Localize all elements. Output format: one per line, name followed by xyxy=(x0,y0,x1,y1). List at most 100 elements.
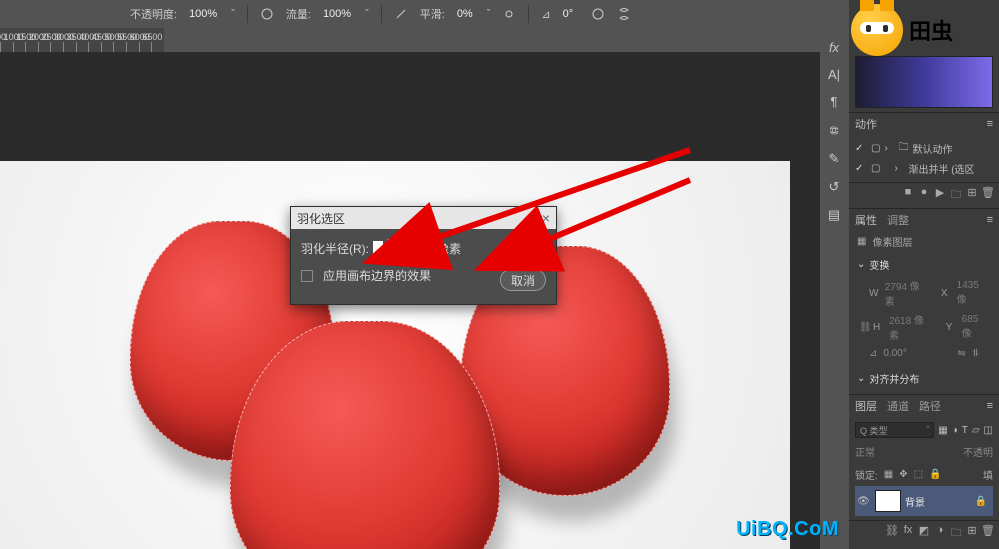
chevron-down-icon[interactable]: ⌄ xyxy=(857,373,865,384)
y-value[interactable]: 685 像 xyxy=(962,314,991,340)
brushes-icon[interactable]: 𖠂 xyxy=(829,121,839,139)
play-icon[interactable]: ▶ xyxy=(933,186,947,205)
panel-menu-icon[interactable]: ≡ xyxy=(987,400,993,412)
h-value[interactable]: 2618 像素 xyxy=(889,312,934,342)
flow-value[interactable]: 100% xyxy=(323,8,351,20)
tab-layers[interactable]: 图层 xyxy=(855,398,877,414)
gear-icon[interactable] xyxy=(502,7,516,21)
radius-input[interactable] xyxy=(387,239,427,257)
new-layer-icon[interactable]: ⊞ xyxy=(965,524,979,543)
action-set-row[interactable]: ✓ ▢ › 🗀 默认动作 xyxy=(855,138,993,159)
dialog-toggle-icon[interactable]: ▢ xyxy=(871,143,880,154)
lock-position-icon[interactable]: ✥ xyxy=(899,469,907,480)
tab-channels[interactable]: 通道 xyxy=(887,398,909,414)
lock-artboard-icon[interactable]: ⬚ xyxy=(914,469,923,480)
layer-row-background[interactable]: 👁 背景 🔒 xyxy=(855,486,993,516)
ruler-tick: 3000 xyxy=(63,42,76,52)
flow-label: 流量: xyxy=(286,6,311,22)
history-icon[interactable]: ↺ xyxy=(829,179,840,195)
trash-icon[interactable]: 🗑 xyxy=(981,524,995,543)
symmetry-icon[interactable] xyxy=(617,7,631,21)
brush-settings-icon[interactable]: ✎ xyxy=(829,151,840,167)
tab-actions[interactable]: 动作 xyxy=(855,116,877,132)
smoothing-value[interactable]: 0% xyxy=(457,8,473,20)
panel-menu-icon[interactable]: ≡ xyxy=(987,118,993,130)
chevron-down-icon[interactable]: ˇ xyxy=(231,8,235,20)
properties-panel-header[interactable]: 属性 调整 ≡ xyxy=(849,208,999,230)
tab-paths[interactable]: 路径 xyxy=(919,398,941,414)
dialog-titlebar[interactable]: 羽化选区 × xyxy=(291,207,556,229)
group-icon[interactable]: 🗀 xyxy=(949,524,963,543)
lock-all-icon[interactable]: 🔒 xyxy=(929,469,941,480)
paragraph-icon[interactable]: ¶ xyxy=(831,94,838,109)
x-value[interactable]: 1435 像 xyxy=(957,280,991,306)
new-action-icon[interactable]: ⊞ xyxy=(965,186,979,205)
panel-menu-icon[interactable]: ≡ xyxy=(987,214,993,226)
tab-adjustments[interactable]: 调整 xyxy=(887,212,909,228)
opacity-value[interactable]: 100% xyxy=(189,8,217,20)
mask-icon[interactable]: ◩ xyxy=(917,524,931,543)
layers-panel-footer: ⛓ fx ◩ ◑ 🗀 ⊞ 🗑 xyxy=(849,520,999,546)
type-icon[interactable]: A| xyxy=(828,67,840,82)
layers-panel-header[interactable]: 图层 通道 路径 ≡ xyxy=(849,394,999,416)
actions-panel-header[interactable]: 动作 ≡ xyxy=(849,112,999,134)
eye-icon[interactable]: 👁 xyxy=(857,496,871,507)
right-panels: 动作 ≡ ✓ ▢ › 🗀 默认动作 ✓ ▢ › 渐出并半 (选区 ■ ● ▶ 🗀… xyxy=(849,0,999,549)
text-cursor-icon xyxy=(373,241,383,255)
filter-type-icon[interactable]: T xyxy=(962,425,968,436)
apply-canvas-bounds-checkbox[interactable] xyxy=(301,270,313,282)
watermark-mascot: 田虫 xyxy=(851,0,983,60)
chevron-down-icon[interactable]: ˇ xyxy=(365,8,369,20)
blend-mode-dropdown[interactable]: 正常 xyxy=(855,444,875,459)
opacity-label: 不透明 xyxy=(963,444,993,459)
smoothing-label: 平滑: xyxy=(420,6,445,22)
tab-properties[interactable]: 属性 xyxy=(855,212,877,228)
pressure-opacity-icon[interactable] xyxy=(260,7,274,21)
cancel-button[interactable]: 取消 xyxy=(500,269,546,291)
layer-type-label: 像素图层 xyxy=(872,234,912,249)
fx-icon[interactable]: fx xyxy=(901,524,915,543)
chevron-down-icon[interactable]: ˇ xyxy=(487,8,491,20)
pixel-layer-icon: ▦ xyxy=(857,236,866,247)
libraries-icon[interactable]: ▤ xyxy=(828,207,840,223)
angle-value[interactable]: 0° xyxy=(563,8,574,20)
watermark-url: UiBQ.CoM xyxy=(736,518,839,541)
lock-icon[interactable]: 🔒 xyxy=(975,496,987,507)
filter-adjust-icon[interactable]: ◑ xyxy=(952,425,958,436)
ok-button[interactable]: 确定 xyxy=(500,239,546,261)
chevron-down-icon[interactable]: ⌄ xyxy=(857,259,865,270)
transform-section[interactable]: ⌄ 变换 xyxy=(857,257,991,272)
angle-label: ⊿ xyxy=(541,8,550,21)
new-set-icon[interactable]: 🗀 xyxy=(949,186,963,205)
w-value[interactable]: 2794 像素 xyxy=(885,278,929,308)
fx-icon[interactable]: fx xyxy=(829,40,839,55)
trash-icon[interactable]: 🗑 xyxy=(981,186,995,205)
align-section[interactable]: ⌄ 对齐并分布 xyxy=(857,371,991,386)
gradient-preview[interactable] xyxy=(855,56,993,108)
airbrush-icon[interactable] xyxy=(394,7,408,21)
layer-name[interactable]: 背景 xyxy=(905,494,925,509)
angle-value[interactable]: 0.00° xyxy=(883,348,906,359)
pressure-size-icon[interactable] xyxy=(591,7,605,21)
link-icon[interactable]: ⛓ xyxy=(859,322,869,333)
adjustment-icon[interactable]: ◑ xyxy=(933,524,947,543)
chevron-right-icon[interactable]: › xyxy=(894,163,904,174)
lock-pixels-icon[interactable]: ▦ xyxy=(884,469,893,480)
close-icon[interactable]: × xyxy=(542,210,550,226)
stop-icon[interactable]: ■ xyxy=(901,186,915,205)
check-icon[interactable]: ✓ xyxy=(855,143,867,154)
filter-shape-icon[interactable]: ▱ xyxy=(972,425,980,436)
chevron-right-icon[interactable]: › xyxy=(884,143,894,154)
flip-horizontal-icon[interactable]: ⇋ xyxy=(957,348,965,359)
dialog-toggle-icon[interactable]: ▢ xyxy=(871,163,880,174)
record-icon[interactable]: ● xyxy=(917,186,931,205)
link-layers-icon[interactable]: ⛓ xyxy=(885,524,899,543)
filter-pixel-icon[interactable]: ▦ xyxy=(938,425,947,436)
action-name: 渐出并半 (选区 xyxy=(908,161,974,176)
flip-vertical-icon[interactable]: ⥮ xyxy=(972,348,979,359)
filter-smart-icon[interactable]: ◫ xyxy=(984,425,993,436)
layer-filter-dropdown[interactable]: Q 类型 ˇ xyxy=(855,422,934,438)
check-icon[interactable]: ✓ xyxy=(855,163,867,174)
layer-thumbnail[interactable] xyxy=(875,490,901,512)
action-row[interactable]: ✓ ▢ › 渐出并半 (选区 xyxy=(855,159,993,178)
